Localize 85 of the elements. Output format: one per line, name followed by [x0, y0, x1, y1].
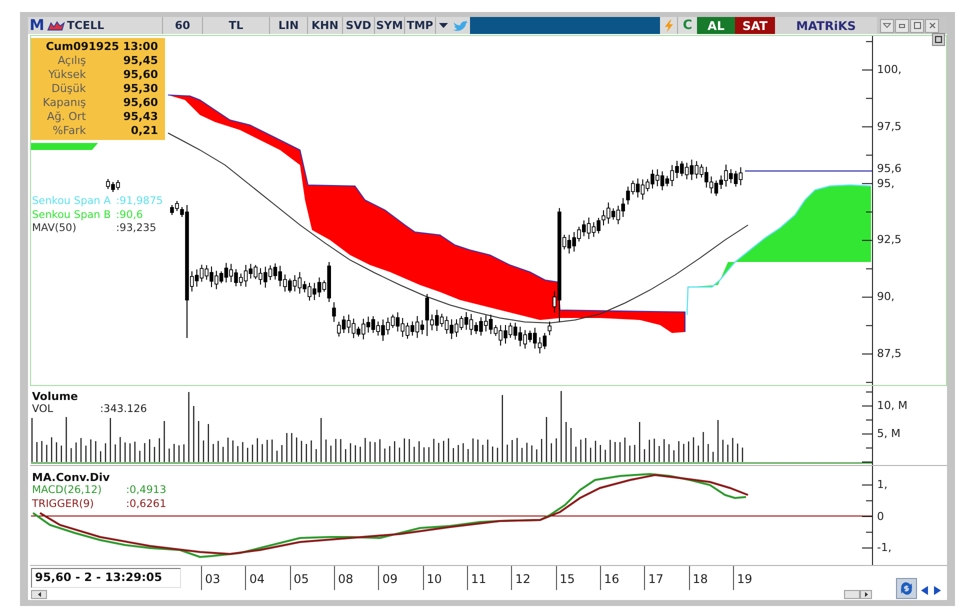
date-label: 05 — [294, 572, 309, 586]
date-label: 16 — [604, 572, 620, 586]
toolbar-button[interactable]: TMP — [405, 17, 436, 34]
info-value: 95,30 — [122, 82, 158, 96]
info-label: Düşük — [50, 82, 86, 96]
legend-value: :0,6261 — [126, 498, 166, 511]
sell-button[interactable]: SAT — [735, 17, 775, 34]
scrollbar-thumb[interactable] — [844, 590, 860, 599]
axis-label: 0 — [877, 510, 884, 524]
info-value: 95,45 — [122, 54, 158, 68]
brand-logo: MATRiKS — [775, 17, 877, 34]
logo-letter: M — [28, 17, 46, 34]
date-label: 17 — [648, 572, 664, 586]
info-value: 0,21 — [130, 124, 158, 138]
panel-title: MA.Conv.Div — [32, 472, 111, 484]
close-icon — [928, 22, 936, 29]
info-value: 95,60 — [122, 96, 158, 110]
axis-label: 1, — [877, 478, 888, 492]
legend-value: :0,4913 — [126, 484, 166, 498]
info-value: 95,60 — [122, 68, 158, 82]
menu-button[interactable] — [880, 18, 894, 32]
maximize-icon — [914, 22, 920, 29]
legend-value: :343.126 — [100, 403, 147, 416]
info-value: 95,43 — [122, 110, 158, 124]
lightning-icon — [664, 18, 673, 32]
previous-button[interactable] — [919, 585, 930, 596]
scroll-left-button[interactable] — [31, 590, 47, 599]
axis-label: 5, M — [877, 427, 900, 441]
toolbar-button[interactable]: SYM — [375, 17, 405, 34]
buy-button[interactable]: AL — [697, 17, 735, 34]
next-button[interactable] — [932, 585, 943, 596]
axis-label: 10, M — [877, 399, 908, 413]
date-label: 12 — [515, 572, 531, 586]
legend-label: MACD(26,12) — [32, 484, 103, 498]
triangle-left-icon — [38, 592, 40, 597]
axis-label: 97,5 — [877, 120, 902, 134]
maximize-button[interactable] — [910, 18, 924, 32]
triangle-right-icon — [934, 586, 941, 595]
info-title: Cum091925 13:00 — [44, 40, 158, 54]
date-label: 19 — [736, 572, 752, 586]
date-label: 10 — [426, 572, 442, 586]
caret-down-icon — [439, 23, 448, 28]
bird-icon — [453, 20, 468, 31]
legend-value: :93,235 — [116, 222, 158, 236]
info-label: Ağ. Ort — [46, 110, 86, 124]
cloud-area — [31, 143, 98, 150]
triangle-down-icon — [883, 23, 891, 28]
legend-value: :90,6 — [116, 208, 144, 222]
triangle-right-icon — [864, 592, 868, 597]
axis-label: 87,5 — [877, 347, 902, 361]
axis-label: 95, — [877, 176, 894, 191]
info-label: Yüksek — [47, 68, 86, 82]
scroll-right-button[interactable] — [860, 590, 872, 599]
axis-label: 92,5 — [877, 233, 902, 248]
legend-label: Senkou Span A — [32, 195, 112, 208]
date-label: 15 — [560, 572, 575, 586]
info-label: Açılış — [56, 54, 86, 68]
axis-label: 90, — [877, 290, 894, 304]
zigzag-icon — [47, 20, 65, 32]
date-label: 04 — [249, 572, 265, 586]
date-label: 09 — [382, 572, 398, 586]
symbol-field[interactable]: TCELL — [46, 17, 163, 34]
date-label: 11 — [470, 572, 486, 586]
info-label: %Fark — [52, 124, 86, 138]
legend-label: MAV(50) — [32, 222, 78, 236]
legend-label: Senkou Span B — [32, 208, 112, 222]
date-label: 08 — [338, 572, 354, 586]
cursor-readout: 95,60 - 2 - 13:29:05 — [31, 568, 181, 588]
panel-title: Volume — [32, 391, 79, 403]
triangle-left-icon — [921, 586, 928, 595]
close-button[interactable] — [925, 18, 939, 32]
legend-value: :91,9875 — [116, 195, 163, 208]
axis-label: 100, — [877, 63, 902, 77]
date-label: 18 — [692, 572, 708, 586]
info-label: Kapanış — [42, 96, 86, 110]
panel-maximize-button[interactable] — [932, 33, 945, 46]
sync-button[interactable] — [896, 578, 917, 599]
date-label: 03 — [205, 572, 220, 586]
axis-label: -1, — [877, 541, 892, 555]
refresh-icon — [899, 581, 914, 596]
minimize-icon — [899, 24, 905, 28]
legend-label: VOL — [32, 403, 54, 416]
last-price-label: 95,6 — [877, 162, 902, 176]
legend-label: TRIGGER(9) — [32, 498, 95, 511]
minimize-button[interactable] — [895, 18, 909, 32]
